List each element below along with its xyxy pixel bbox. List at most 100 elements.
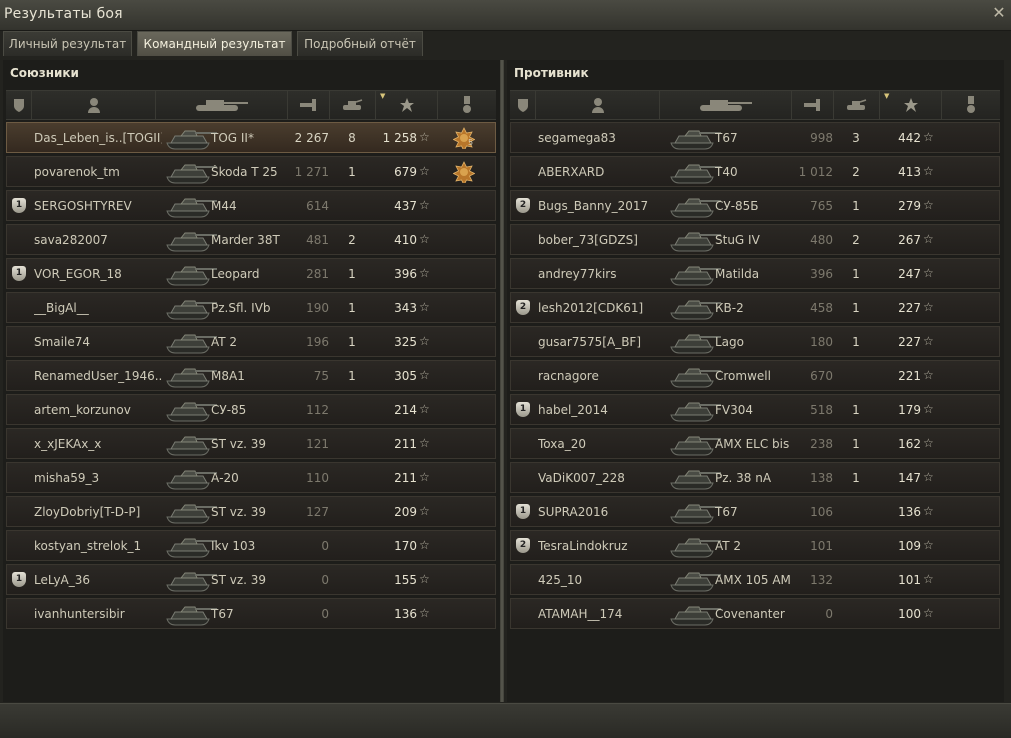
player-name[interactable]: lesh2012[CDK61]	[538, 301, 666, 315]
player-name[interactable]: bober_73[GDZS]	[538, 233, 666, 247]
player-name[interactable]: VOR_EGOR_18	[34, 267, 162, 281]
title-bar: Результаты боя ✕	[0, 0, 1011, 31]
player-name[interactable]: kostyan_strelok_1	[34, 539, 162, 553]
player-row[interactable]: 1 SERGOSHTYREV M44 614 437 ☆	[6, 190, 496, 221]
xp-value: 214	[394, 403, 417, 417]
player-row[interactable]: povarenok_tm Škoda T 25 1 271 1 679 ☆	[6, 156, 496, 187]
xp-star-icon: ☆	[923, 232, 934, 246]
player-row[interactable]: 2 Bugs_Banny_2017 СУ-85Б 765 1 279 ☆	[510, 190, 1000, 221]
xp-value: 247	[898, 267, 921, 281]
player-row[interactable]: racnagore Cromwell 670 221 ☆	[510, 360, 1000, 391]
player-row[interactable]: 425_10 AMX 105 AM 132 101 ☆	[510, 564, 1000, 595]
tab-team-result[interactable]: Командный результат	[137, 31, 292, 56]
player-name[interactable]: habel_2014	[538, 403, 666, 417]
player-name[interactable]: __BigAl__	[34, 301, 162, 315]
player-row[interactable]: bober_73[GDZS] StuG IV 480 2 267 ☆	[510, 224, 1000, 255]
squad-badge-icon: 1	[516, 402, 530, 417]
player-name[interactable]: racnagore	[538, 369, 666, 383]
player-name[interactable]: Bugs_Banny_2017	[538, 199, 666, 213]
tab-personal-result[interactable]: Личный результат	[3, 31, 132, 56]
medal-column-header[interactable]	[942, 91, 1000, 119]
player-row[interactable]: 1 LeLyA_36 ST vz. 39 0 155 ☆	[6, 564, 496, 595]
player-row[interactable]: ZloyDobriy[T-D-P] ST vz. 39 127 209 ☆	[6, 496, 496, 527]
player-row[interactable]: ATAMAH__174 Covenanter 0 100 ☆	[510, 598, 1000, 629]
player-name[interactable]: ZloyDobriy[T-D-P]	[34, 505, 162, 519]
player-row[interactable]: VaDiK007_228 Pz. 38 nA 138 1 147 ☆	[510, 462, 1000, 493]
damage-column-header[interactable]	[792, 91, 834, 119]
damage-column-header[interactable]	[288, 91, 330, 119]
kills-value: 1	[852, 437, 860, 451]
damage-value: 0	[321, 607, 329, 621]
player-row[interactable]: 2 lesh2012[CDK61] КВ-2 458 1 227 ☆	[510, 292, 1000, 323]
player-name[interactable]: SUPRA2016	[538, 505, 666, 519]
player-name[interactable]: povarenok_tm	[34, 165, 162, 179]
tab-detailed-report[interactable]: Подробный отчёт	[297, 31, 423, 56]
player-name[interactable]: Toxa_20	[538, 437, 666, 451]
kills-value: 2	[852, 165, 860, 179]
player-name[interactable]: gusar7575[A_BF]	[538, 335, 666, 349]
player-row[interactable]: RenamedUser_1946.. M8A1 75 1 305 ☆	[6, 360, 496, 391]
player-name[interactable]: Das_Leben_is..[TOGII]	[34, 131, 162, 145]
player-row[interactable]: misha59_3 А-20 110 211 ☆	[6, 462, 496, 493]
player-row[interactable]: 1 habel_2014 FV304 518 1 179 ☆	[510, 394, 1000, 425]
player-row[interactable]: kostyan_strelok_1 Ikv 103 0 170 ☆	[6, 530, 496, 561]
player-name[interactable]: misha59_3	[34, 471, 162, 485]
player-row[interactable]: x_xJEKAx_x ST vz. 39 121 211 ☆	[6, 428, 496, 459]
xp-column-header[interactable]: ▼	[376, 91, 438, 119]
player-column-header[interactable]	[32, 91, 156, 119]
player-name[interactable]: ATAMAH__174	[538, 607, 666, 621]
squad-column-header[interactable]	[6, 91, 32, 119]
player-name[interactable]: VaDiK007_228	[538, 471, 666, 485]
medal-column-header[interactable]	[438, 91, 496, 119]
squad-column-header[interactable]	[510, 91, 536, 119]
player-column-header[interactable]	[536, 91, 660, 119]
player-row[interactable]: ABERXARD T40 1 012 2 413 ☆	[510, 156, 1000, 187]
player-row[interactable]: Toxa_20 AMX ELC bis 238 1 162 ☆	[510, 428, 1000, 459]
close-icon[interactable]: ✕	[991, 5, 1007, 21]
kills-column-header[interactable]	[834, 91, 880, 119]
enemies-title: Противник	[514, 66, 589, 80]
player-name[interactable]: TesraLindokruz	[538, 539, 666, 553]
player-row[interactable]: 1 SUPRA2016 T67 106 136 ☆	[510, 496, 1000, 527]
player-row[interactable]: sava282007 Marder 38T 481 2 410 ☆	[6, 224, 496, 255]
player-row[interactable]: segamega83 T67 998 3 442 ☆	[510, 122, 1000, 153]
player-name[interactable]: ABERXARD	[538, 165, 666, 179]
damage-value: 180	[810, 335, 833, 349]
kills-column-header[interactable]	[330, 91, 376, 119]
player-row[interactable]: artem_korzunov СУ-85 112 214 ☆	[6, 394, 496, 425]
damage-value: 138	[810, 471, 833, 485]
kills-value: 1	[348, 267, 356, 281]
player-row[interactable]: Smaile74 AT 2 196 1 325 ☆	[6, 326, 496, 357]
xp-star-icon: ☆	[923, 164, 934, 178]
player-name[interactable]: x_xJEKAx_x	[34, 437, 162, 451]
tank-column-header[interactable]	[660, 91, 792, 119]
player-name[interactable]: LeLyA_36	[34, 573, 162, 587]
tank-column-header[interactable]	[156, 91, 288, 119]
xp-value: 109	[898, 539, 921, 553]
xp-star-icon: ☆	[419, 300, 430, 314]
player-row[interactable]: __BigAl__ Pz.Sfl. IVb 190 1 343 ☆	[6, 292, 496, 323]
player-row[interactable]: Das_Leben_is..[TOGII] TOG II* 2 267 8 1 …	[6, 122, 496, 153]
medal-award-icon[interactable]	[453, 161, 475, 183]
xp-star-icon: ☆	[923, 436, 934, 450]
player-name[interactable]: 425_10	[538, 573, 666, 587]
player-row[interactable]: 1 VOR_EGOR_18 Leopard 281 1 396 ☆	[6, 258, 496, 289]
player-name[interactable]: ivanhuntersibir	[34, 607, 162, 621]
player-name[interactable]: Smaile74	[34, 335, 162, 349]
player-row[interactable]: 2 TesraLindokruz AT 2 101 109 ☆	[510, 530, 1000, 561]
player-name[interactable]: sava282007	[34, 233, 162, 247]
xp-value: 343	[394, 301, 417, 315]
player-row[interactable]: andrey77kirs Matilda 396 1 247 ☆	[510, 258, 1000, 289]
xp-column-header[interactable]: ▼	[880, 91, 942, 119]
player-row[interactable]: gusar7575[A_BF] Lago 180 1 227 ☆	[510, 326, 1000, 357]
tank-icon	[699, 100, 752, 111]
player-name[interactable]: andrey77kirs	[538, 267, 666, 281]
xp-value: 1 258	[382, 131, 417, 145]
player-name[interactable]: segamega83	[538, 131, 666, 145]
medal-count: 5	[468, 138, 474, 147]
player-name[interactable]: RenamedUser_1946..	[34, 369, 162, 383]
player-row[interactable]: ivanhuntersibir T67 0 136 ☆	[6, 598, 496, 629]
player-name[interactable]: artem_korzunov	[34, 403, 162, 417]
xp-value: 227	[898, 335, 921, 349]
player-name[interactable]: SERGOSHTYREV	[34, 199, 162, 213]
